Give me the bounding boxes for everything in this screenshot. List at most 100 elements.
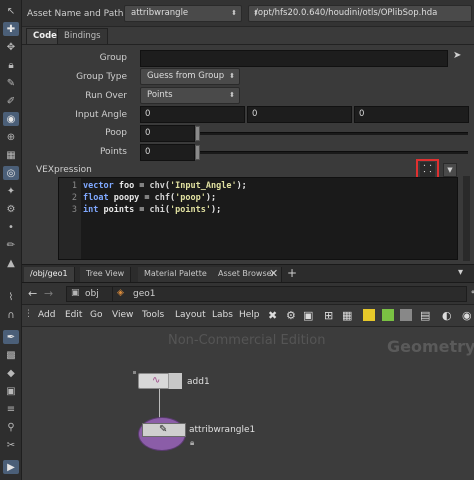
code-text: foo = [113,181,150,191]
forward-arrow-icon[interactable]: → [44,287,53,300]
pane-menu-icon[interactable]: ▾ [458,267,463,278]
network-box-icon[interactable]: ⊞ [324,309,333,322]
box-icon[interactable]: ▣ [303,309,313,322]
path-segment-geo1[interactable]: ◈ geo1 [112,286,467,302]
add-tab-icon[interactable]: + [287,266,297,280]
transform-icon[interactable]: ✚ [3,22,19,36]
input-angle-y-field[interactable]: 0 [247,106,352,123]
node-input-dot [133,371,136,374]
menu-tools[interactable]: Tools [142,310,164,320]
tab-material-palette[interactable]: Material Palette [138,267,214,282]
points-slider-track[interactable] [198,151,468,154]
group-field[interactable] [140,50,448,67]
param-scrollbar[interactable] [463,176,470,261]
menu-labs[interactable]: Labs [212,310,233,320]
run-over-dropdown[interactable]: Points ⬍ [140,87,240,104]
shape-icon[interactable]: ◆ [3,366,19,380]
snap-icon[interactable]: ⊕ [3,130,19,144]
asset-path-dropdown[interactable]: /opt/hfs20.0.640/houdini/otls/OPlibSop.h… [248,5,472,22]
chevron-down-icon: ⬍ [229,72,235,80]
wire-icon[interactable]: ⌇ [3,290,19,304]
layer-icon[interactable]: ≡ [3,402,19,416]
select-icon[interactable]: ↖ [3,4,19,18]
menu-view[interactable]: View [112,310,133,320]
line-number: 1 [71,181,77,191]
light-icon[interactable]: ✦ [3,184,19,198]
code-keyword: vector [83,181,114,191]
paint-icon[interactable]: ▲ [3,256,19,270]
asset-bar: Asset Name and Path attribwrangle ⬍ /opt… [22,0,474,27]
input-angle-x-field[interactable]: 0 [140,106,245,123]
grid-view-icon[interactable] [400,309,412,321]
code-line: float poopy = chf('poop'); [83,193,216,203]
mesh-icon[interactable]: ▩ [3,348,19,362]
menu-go[interactable]: Go [90,310,102,320]
code-text: ); [210,205,222,215]
magnet-icon[interactable]: ∩ [3,308,19,322]
camera-icon[interactable]: ◎ [3,166,19,180]
chevron-down-icon: ⬍ [229,91,235,99]
line-number: 3 [71,205,77,215]
snap-icon[interactable]: ◐ [442,309,452,322]
vex-code-editor[interactable]: 1 2 3 vector foo = chv('Input_Angle'); f… [58,177,458,260]
close-tab-icon[interactable]: ✕ [269,267,278,280]
code-text: ); [236,181,247,191]
pen-icon[interactable]: ✒ [3,330,19,344]
list-icon[interactable]: ▤ [420,309,430,322]
code-function: chv [149,181,165,191]
eye-icon[interactable]: ◉ [462,309,472,322]
asset-name-dropdown[interactable]: attribwrangle ⬍ [124,5,242,22]
tab-tree-view[interactable]: Tree View [80,267,132,282]
lock-icon[interactable]: 🔒︎ [3,58,19,72]
edit-icon[interactable]: ✏ [3,238,19,252]
menu-add[interactable]: Add [38,310,55,320]
frame-icon[interactable]: ▦ [342,309,352,322]
chevron-down-icon[interactable]: ▼ [443,163,457,177]
pose-icon[interactable]: ✎ [3,76,19,90]
code-function: chf [154,193,171,203]
tab-bindings[interactable]: Bindings [57,28,108,44]
menu-help[interactable]: Help [239,310,260,320]
pin-icon[interactable]: ⚲ [3,420,19,434]
dot-icon[interactable]: • [3,220,19,234]
add1-flag[interactable] [168,373,182,389]
poop-label: Poop [105,128,127,138]
poop-slider-handle[interactable] [195,126,200,141]
render-icon[interactable]: ▶ [3,460,19,474]
handle-icon[interactable]: ✥ [3,40,19,54]
view-icon[interactable]: ◉ [3,112,19,126]
points-field[interactable]: 0 [140,144,195,161]
sticky-note-icon[interactable] [363,309,375,321]
color-palette-icon[interactable] [382,309,394,321]
chevron-down-icon: ⬍ [253,9,259,17]
run-over-label: Run Over [85,91,127,101]
tool-icon[interactable]: ⚙ [3,202,19,216]
wrangle-node-icon: ✎ [159,424,168,435]
group-type-dropdown[interactable]: Guess from Group ⬍ [140,68,240,85]
menu-edit[interactable]: Edit [65,310,82,320]
code-string: 'points' [170,205,211,215]
display-icon[interactable]: ▣ [3,384,19,398]
path-bar: ← → ▣ obj ◈ geo1 ⊶ [22,283,474,305]
cut-icon[interactable]: ✂ [3,438,19,452]
attribwrangle1-node[interactable]: ✎ [142,423,186,437]
network-canvas[interactable]: Non-Commercial Edition Geometry ∿ add1 ✎… [22,327,474,480]
code-keyword: float [83,193,109,203]
menu-layout[interactable]: Layout [175,310,206,320]
attribwrangle1-label: attribwrangle1 [189,425,256,435]
poop-slider-track[interactable] [198,132,468,135]
input-angle-label: Input Angle [75,110,127,120]
input-angle-z-field[interactable]: 0 [354,106,469,123]
channel-create-icon[interactable]: ⸬ [420,162,435,178]
points-slider-handle[interactable] [195,145,200,160]
poop-field[interactable]: 0 [140,125,195,142]
tab-obj-geo1[interactable]: /obj/geo1 [24,267,75,282]
add1-label: add1 [187,377,210,387]
group-selector-arrow-icon[interactable]: ➤ [453,50,461,61]
brush-icon[interactable]: ✐ [3,94,19,108]
back-arrow-icon[interactable]: ← [28,287,37,300]
tools-icon[interactable]: ⚙ [286,309,296,322]
grid-icon[interactable]: ▦ [3,148,19,162]
wrench-icon[interactable]: ✖ [268,309,277,322]
asset-name-value: attribwrangle [131,8,189,18]
